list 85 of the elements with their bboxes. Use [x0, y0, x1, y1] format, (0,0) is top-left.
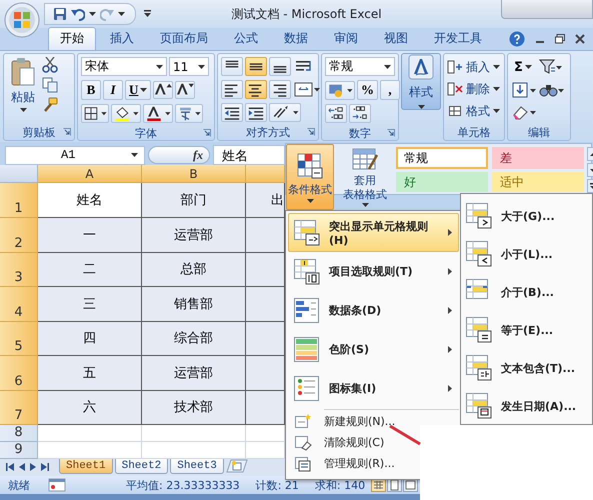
ribbon-tab[interactable]: 开发工具 — [422, 27, 494, 50]
table-cell[interactable]: 四 — [38, 322, 142, 356]
column-header[interactable]: B — [142, 165, 246, 183]
column-header[interactable]: A — [38, 165, 142, 183]
name-box[interactable]: A1 — [5, 146, 145, 164]
menu-item[interactable]: 小于(L)... — [461, 235, 592, 273]
menu-item[interactable]: 管理规则(R)... — [288, 453, 416, 474]
menu-item[interactable]: 文本包含(T)... — [461, 349, 592, 387]
insert-function-button[interactable]: fx — [148, 146, 210, 164]
menu-item[interactable]: 数据条(D) — [288, 291, 459, 330]
table-cell[interactable]: 技术部 — [142, 390, 246, 425]
group-label: 字体 — [135, 126, 157, 141]
delete-cells-button[interactable]: 删除 — [447, 79, 500, 99]
table-cell[interactable]: 综合部 — [142, 322, 246, 356]
table-cell[interactable]: 运营部 — [142, 356, 246, 390]
ribbon-tab[interactable]: 公式 — [222, 27, 270, 50]
row-header[interactable]: 1 — [0, 183, 38, 218]
group-label: 数字 — [349, 126, 371, 141]
row-header[interactable]: 3 — [0, 252, 38, 287]
row-header[interactable]: 9 — [0, 442, 38, 459]
cell-style[interactable]: 好 — [396, 172, 488, 192]
menu-item[interactable]: 发生日期(A)... — [461, 387, 592, 425]
table-cell[interactable]: 销售部 — [142, 287, 246, 322]
status-mode: 就绪 — [8, 478, 30, 492]
comma-style-button[interactable]: , — [380, 80, 400, 100]
row-header[interactable]: 8 — [0, 425, 38, 442]
ribbon-tab[interactable]: 开始 — [48, 27, 96, 50]
bold-button[interactable]: B — [81, 80, 101, 100]
conditional-formatting-button[interactable]: 条件格式 — [286, 144, 334, 210]
menu-item[interactable]: 清除规则(C) — [288, 432, 416, 453]
format-cells-button[interactable]: 格式 — [447, 101, 500, 121]
font-name-field[interactable]: 宋体 — [81, 57, 167, 76]
count-value: 计数: 21 — [256, 478, 299, 492]
group-label: 对齐方式 — [246, 125, 290, 140]
cell-style[interactable]: 适中 — [492, 172, 584, 192]
row-header[interactable]: 5 — [0, 322, 38, 356]
average-value: 平均值: 23.33333333 — [126, 478, 240, 492]
italic-button[interactable]: I — [103, 80, 123, 100]
group-label: 剪贴板 — [22, 125, 56, 140]
group-label: 编辑 — [528, 125, 550, 140]
table-cell[interactable]: 一 — [38, 218, 142, 252]
sheet-tab[interactable]: Sheet3 — [170, 459, 224, 474]
table-cell[interactable]: 六 — [38, 390, 142, 425]
sum-value: 求和: 140 — [314, 478, 366, 492]
menu-item[interactable]: 突出显示单元格规则(H) — [288, 213, 459, 252]
menu-item[interactable]: 大于(G)... — [461, 197, 592, 235]
cell-style[interactable]: 差 — [492, 147, 584, 169]
ribbon-tab[interactable]: 视图 — [372, 27, 420, 50]
sheet-tab[interactable]: Sheet1 — [59, 459, 113, 474]
ribbon-tab[interactable]: 插入 — [98, 27, 146, 50]
table-cell[interactable]: 总部 — [142, 252, 246, 287]
percent-button[interactable]: % — [357, 80, 378, 100]
table-cell[interactable]: 运营部 — [142, 218, 246, 252]
row-header[interactable]: 2 — [0, 218, 38, 252]
menu-item[interactable]: 介于(B)... — [461, 273, 592, 311]
cell-style[interactable]: 常规 — [396, 147, 488, 169]
table-cell[interactable]: 部门 — [142, 183, 246, 218]
table-cell[interactable]: 姓名 — [38, 183, 142, 218]
insert-cells-button[interactable]: 插入 — [447, 57, 500, 77]
formula-field[interactable]: 姓名 — [213, 145, 285, 165]
menu-item[interactable]: 图标集(I) — [288, 369, 459, 408]
sheet-tab[interactable]: Sheet2 — [114, 459, 168, 474]
ribbon-tab[interactable]: 审阅 — [322, 27, 370, 50]
window-title: 测试文档 - Microsoft Excel — [230, 6, 383, 22]
menu-item[interactable]: 项目选取规则(T) — [288, 252, 459, 291]
row-header[interactable]: 6 — [0, 356, 38, 390]
styles-button[interactable]: 样式 — [401, 53, 441, 110]
paste-button[interactable]: 粘贴 — [7, 57, 39, 122]
ribbon-tab[interactable]: 页面布局 — [148, 27, 220, 50]
number-format-field[interactable]: 常规 — [325, 57, 395, 76]
table-cell[interactable]: 出 — [246, 183, 285, 218]
menu-item[interactable]: 等于(E)... — [461, 311, 592, 349]
group-label: 单元格 — [458, 125, 490, 140]
font-size-field[interactable]: 11 — [169, 57, 209, 76]
format-as-table-button[interactable]: 套用 表格格式 — [337, 144, 393, 210]
underline-button[interactable]: U — [125, 80, 152, 100]
ribbon-tab[interactable]: 数据 — [272, 27, 320, 50]
row-header[interactable]: 4 — [0, 287, 38, 322]
table-cell[interactable]: 三 — [38, 287, 142, 322]
row-header[interactable]: 7 — [0, 390, 38, 425]
autosum-button[interactable]: Σ — [511, 57, 535, 77]
table-cell[interactable]: 五 — [38, 356, 142, 390]
menu-item[interactable]: 新建规则(N)... — [288, 411, 416, 432]
table-cell[interactable]: 二 — [38, 252, 142, 287]
menu-item[interactable]: 色阶(S) — [288, 330, 459, 369]
